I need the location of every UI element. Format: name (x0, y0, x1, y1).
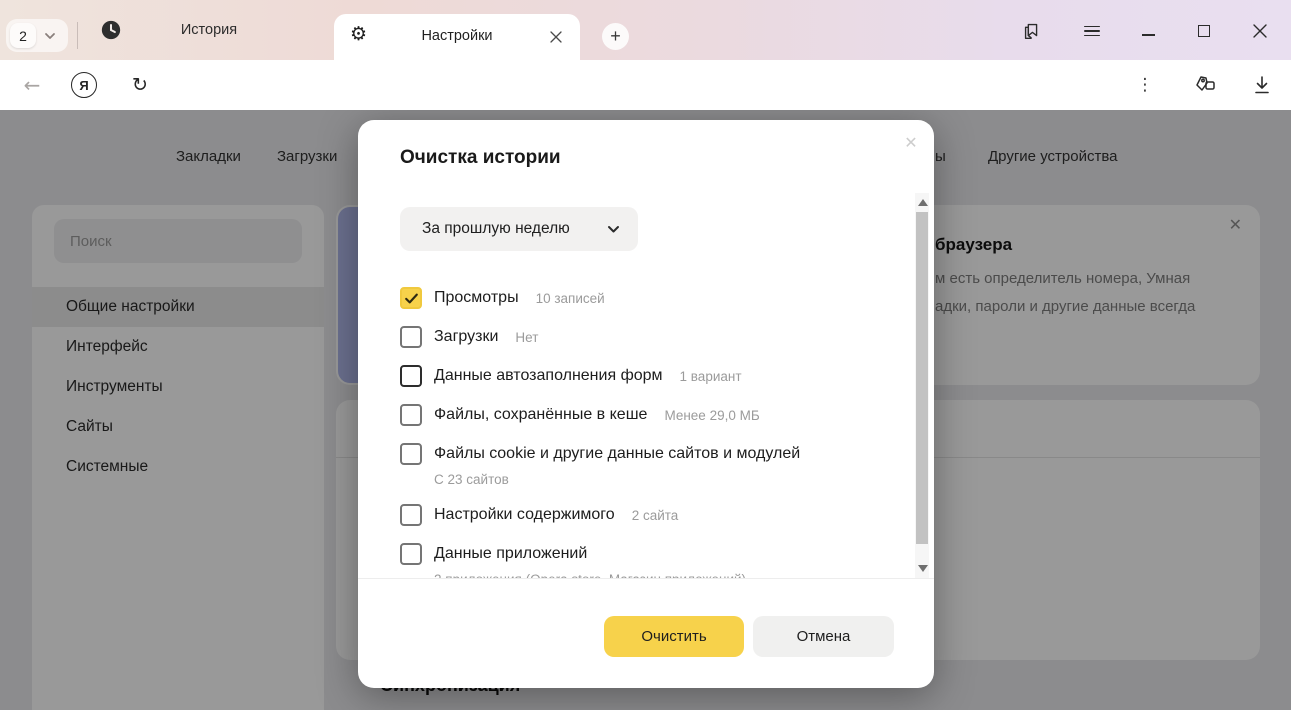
clear-button[interactable]: Очистить (604, 616, 744, 657)
extension-tag-icon (1194, 73, 1218, 97)
cancel-button[interactable]: Отмена (753, 616, 894, 657)
reload-icon: ↻ (132, 74, 148, 96)
plus-icon: + (610, 26, 621, 47)
clear-item-label: Просмотры (434, 289, 519, 307)
tab-strip: 2 История ⚙ Настройки + (0, 0, 1291, 60)
kebab-icon: ⋮ (1137, 75, 1154, 95)
clear-item-detail: 10 записей (536, 291, 605, 306)
checkbox-unchecked[interactable] (400, 326, 422, 348)
new-tab-button[interactable]: + (602, 23, 629, 50)
clear-item-detail: 2 сайта (632, 508, 679, 523)
clear-item-label: Файлы cookie и другие данные сайтов и мо… (434, 445, 800, 463)
clear-item-detail: Менее 29,0 МБ (664, 408, 759, 423)
footer-divider (358, 578, 934, 579)
clear-item-label: Настройки содержимого (434, 506, 615, 524)
clear-item-label: Файлы, сохранённые в кеше (434, 406, 647, 424)
scroll-down-icon[interactable] (918, 565, 928, 572)
yandex-home-button[interactable]: Я (70, 71, 98, 99)
hamburger-bars (1084, 23, 1100, 40)
clear-item-3: Данные автозаполнения форм 1 вариант (400, 365, 870, 387)
page-content: Закладки Загрузки ы Другие устройства Об… (0, 110, 1291, 710)
back-button[interactable]: ← (18, 71, 46, 99)
clear-history-dialog: ✕ Очистка истории За прошлую неделю Прос… (358, 120, 934, 688)
tab-count: 2 (10, 23, 36, 48)
clear-item-detail: С 23 сайтов (434, 472, 870, 487)
clear-item-detail: Нет (515, 330, 538, 345)
clear-item-4: Файлы, сохранённые в кеше Менее 29,0 МБ (400, 404, 870, 426)
dialog-close-icon[interactable]: ✕ (900, 132, 922, 154)
checkbox-unchecked[interactable] (400, 443, 422, 465)
minimize-button[interactable] (1135, 18, 1161, 44)
clear-item-label: Данные приложений (434, 545, 587, 563)
extensions-button[interactable] (1192, 71, 1220, 99)
tab-close-icon[interactable] (546, 27, 566, 47)
checkbox-unchecked[interactable] (400, 365, 422, 387)
checkbox-unchecked[interactable] (400, 504, 422, 526)
clear-item-label: Загрузки (434, 328, 498, 346)
period-select[interactable]: За прошлую неделю (400, 207, 638, 251)
download-icon (1252, 74, 1272, 96)
tab-settings[interactable]: ⚙ Настройки (334, 14, 580, 60)
dialog-title: Очистка истории (400, 147, 561, 169)
maximize-button[interactable] (1191, 18, 1217, 44)
clear-items-list: Просмотры 10 записей Загрузки Нет Данные авт… (400, 287, 870, 578)
close-window-button[interactable] (1247, 18, 1273, 44)
dialog-scroll-area: За прошлую неделю Просмотры 10 записей Заг… (358, 193, 934, 578)
checkbox-unchecked[interactable] (400, 543, 422, 565)
address-toolbar: ← Я ↻ Y settings Настройки ⋮ (0, 60, 1291, 110)
tab-history-label: История (88, 22, 330, 38)
clear-item-label: Данные автозаполнения форм (434, 367, 663, 385)
clear-item-6: Настройки содержимого 2 сайта (400, 504, 870, 526)
side-panels-button[interactable] (1019, 18, 1045, 44)
omnibox-menu-button[interactable]: ⋮ (1131, 71, 1159, 99)
scrollbar-thumb[interactable] (916, 212, 928, 544)
reload-button[interactable]: ↻ (126, 71, 154, 99)
clear-item-2: Загрузки Нет (400, 326, 870, 348)
yandex-logo-icon: Я (71, 72, 97, 98)
clear-item-7: Данные приложений2 приложения (Opera sto… (400, 543, 870, 578)
scroll-up-icon[interactable] (918, 199, 928, 206)
chevron-down-icon (607, 225, 620, 234)
menu-icon[interactable] (1079, 18, 1105, 44)
tab-history[interactable]: История (88, 0, 330, 60)
downloads-button[interactable] (1248, 71, 1276, 99)
clear-item-5: Файлы cookie и другие данные сайтов и мо… (400, 443, 870, 487)
clear-item-1: Просмотры 10 записей (400, 287, 870, 309)
browser-window: 2 История ⚙ Настройки + (0, 0, 1291, 710)
checkbox-checked[interactable] (400, 287, 422, 309)
tab-settings-label: Настройки (334, 28, 580, 44)
checkbox-unchecked[interactable] (400, 404, 422, 426)
back-icon: ← (24, 73, 41, 97)
chevron-down-icon[interactable] (38, 23, 62, 48)
minimize-icon (1142, 34, 1155, 36)
clear-item-detail: 1 вариант (680, 369, 742, 384)
dialog-scrollbar[interactable] (915, 193, 929, 578)
maximize-icon (1198, 25, 1210, 37)
tabstrip-divider (77, 22, 78, 49)
period-select-value: За прошлую неделю (422, 220, 607, 238)
tab-counter-button[interactable]: 2 (6, 19, 68, 52)
